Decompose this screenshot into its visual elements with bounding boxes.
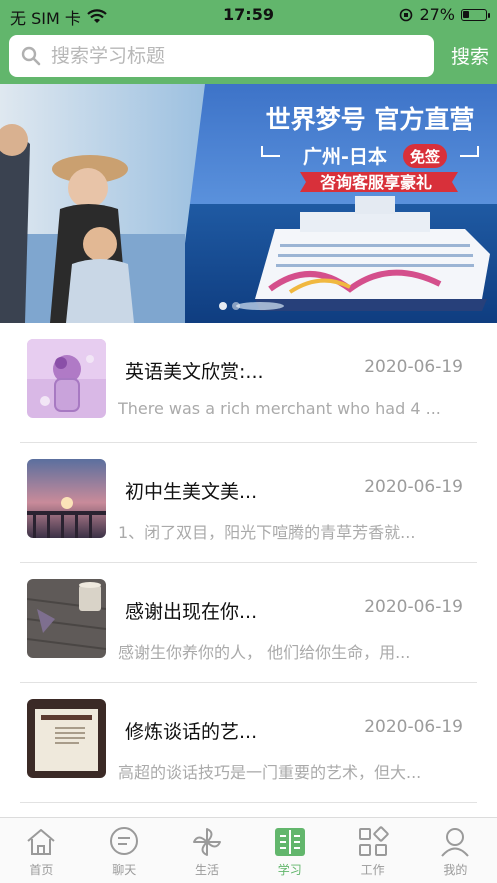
book-icon [274,828,305,856]
tab-label: 我的 [443,863,468,877]
article-thumbnail [27,579,106,658]
article-date: 2020-06-19 [364,717,463,737]
article-title: 初中生美文美... [125,481,258,503]
banner-image: 世界梦号 官方直营 广州-日本 免签 咨询客服享豪礼 [0,84,497,323]
carousel-dot-active [219,302,227,310]
grid-icon [358,826,389,856]
tab-label: 学习 [277,863,302,877]
home-icon [27,829,56,855]
pinwheel-icon [192,828,221,856]
tab-life[interactable]: 生活 [166,818,249,883]
banner-cta: 咨询客服享豪礼 [320,173,432,192]
article-excerpt: 高超的谈话技巧是一门重要的艺术，但大... [118,763,422,782]
list-item[interactable]: 英语美文欣赏:... 2020-06-19 There was a rich m… [0,323,497,443]
article-thumbnail [27,339,106,418]
visa-badge: 免签 [410,148,441,166]
tab-home[interactable]: 首页 [0,818,83,883]
article-date: 2020-06-19 [364,597,463,617]
tab-chat[interactable]: 聊天 [83,818,166,883]
promo-banner[interactable]: 世界梦号 官方直营 广州-日本 免签 咨询客服享豪礼 [0,84,497,323]
carousel-dot [232,302,240,310]
article-thumbnail [27,699,106,778]
divider [20,802,477,803]
tab-study[interactable]: 学习 [248,818,331,883]
search-bar[interactable] [9,35,434,77]
article-title: 修炼谈话的艺... [125,721,258,743]
chat-icon [110,827,139,855]
article-thumbnail [27,459,106,538]
tab-label: 首页 [29,863,54,877]
banner-headline: 世界梦号 官方直营 [266,105,475,134]
article-excerpt: 1、闭了双目，阳光下喧腾的青草芳香就... [118,523,416,542]
article-list: 英语美文欣赏:... 2020-06-19 There was a rich m… [0,323,497,803]
tab-mine[interactable]: 我的 [414,818,497,883]
list-item[interactable]: 修炼谈话的艺... 2020-06-19 高超的谈话技巧是一门重要的艺术，但大.… [0,683,497,803]
orientation-lock-icon [400,8,413,21]
article-excerpt: 感谢生你养你的人， 他们给你生命，用... [118,643,411,662]
article-date: 2020-06-19 [364,477,463,497]
tab-label: 工作 [360,863,385,877]
tab-bar: 首页 聊天 生活 学习 工作 我的 [0,817,497,883]
battery-icon [461,8,490,21]
article-title: 英语美文欣赏:... [125,361,264,383]
banner-route: 广州-日本 [303,145,387,168]
battery-percent: 27% [419,5,455,24]
search-button[interactable]: 搜索 [451,42,489,69]
search-input[interactable] [51,45,411,67]
article-date: 2020-06-19 [364,357,463,377]
status-bar: 无 SIM 卡 17:59 27% [0,0,497,30]
article-title: 感谢出现在你... [125,601,258,623]
tab-work[interactable]: 工作 [331,818,414,883]
tab-label: 生活 [194,863,219,877]
list-item[interactable]: 初中生美文美... 2020-06-19 1、闭了双目，阳光下喧腾的青草芳香就.… [0,443,497,563]
article-excerpt: There was a rich merchant who had 4 ... [118,399,441,418]
search-icon [21,46,41,66]
user-icon [441,828,470,857]
list-item[interactable]: 感谢出现在你... 2020-06-19 感谢生你养你的人， 他们给你生命，用.… [0,563,497,683]
tab-label: 聊天 [112,863,137,877]
